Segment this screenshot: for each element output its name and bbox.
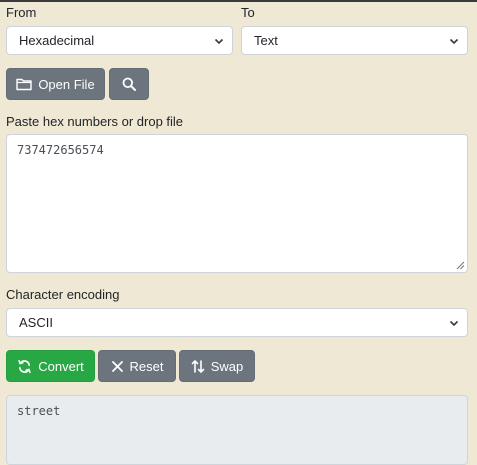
chevron-down-icon bbox=[449, 38, 459, 45]
to-label: To bbox=[241, 5, 255, 20]
reset-button[interactable]: Reset bbox=[98, 350, 176, 382]
resize-grip-icon[interactable] bbox=[456, 261, 465, 270]
from-select[interactable]: Hexadecimal bbox=[6, 26, 233, 55]
swap-vertical-icon bbox=[191, 359, 205, 373]
folder-icon bbox=[16, 78, 33, 91]
encoding-label: Character encoding bbox=[6, 287, 120, 302]
close-icon bbox=[111, 360, 123, 372]
text-output-value: street bbox=[17, 404, 61, 418]
search-button[interactable] bbox=[109, 68, 149, 100]
encoding-select-value: ASCII bbox=[19, 315, 53, 330]
open-file-button[interactable]: Open File bbox=[6, 68, 105, 100]
open-file-label: Open File bbox=[38, 76, 95, 92]
search-icon bbox=[122, 77, 136, 91]
top-border bbox=[0, 0, 477, 2]
hex-input-value: 737472656574 bbox=[17, 143, 104, 157]
reset-label: Reset bbox=[129, 358, 164, 374]
convert-button[interactable]: Convert bbox=[6, 350, 95, 382]
from-label: From bbox=[6, 5, 37, 20]
text-output-textarea[interactable]: street bbox=[6, 395, 468, 465]
sync-icon bbox=[18, 359, 31, 373]
to-select-value: Text bbox=[254, 33, 278, 48]
from-select-value: Hexadecimal bbox=[19, 33, 95, 48]
swap-button[interactable]: Swap bbox=[179, 350, 255, 382]
chevron-down-icon bbox=[449, 320, 459, 327]
input-label: Paste hex numbers or drop file bbox=[6, 114, 184, 129]
hex-input-textarea[interactable]: 737472656574 bbox=[6, 134, 468, 273]
chevron-down-icon bbox=[214, 38, 224, 45]
convert-label: Convert bbox=[38, 358, 84, 374]
encoding-select[interactable]: ASCII bbox=[6, 308, 468, 337]
swap-label: Swap bbox=[210, 358, 244, 374]
to-select[interactable]: Text bbox=[241, 26, 468, 55]
